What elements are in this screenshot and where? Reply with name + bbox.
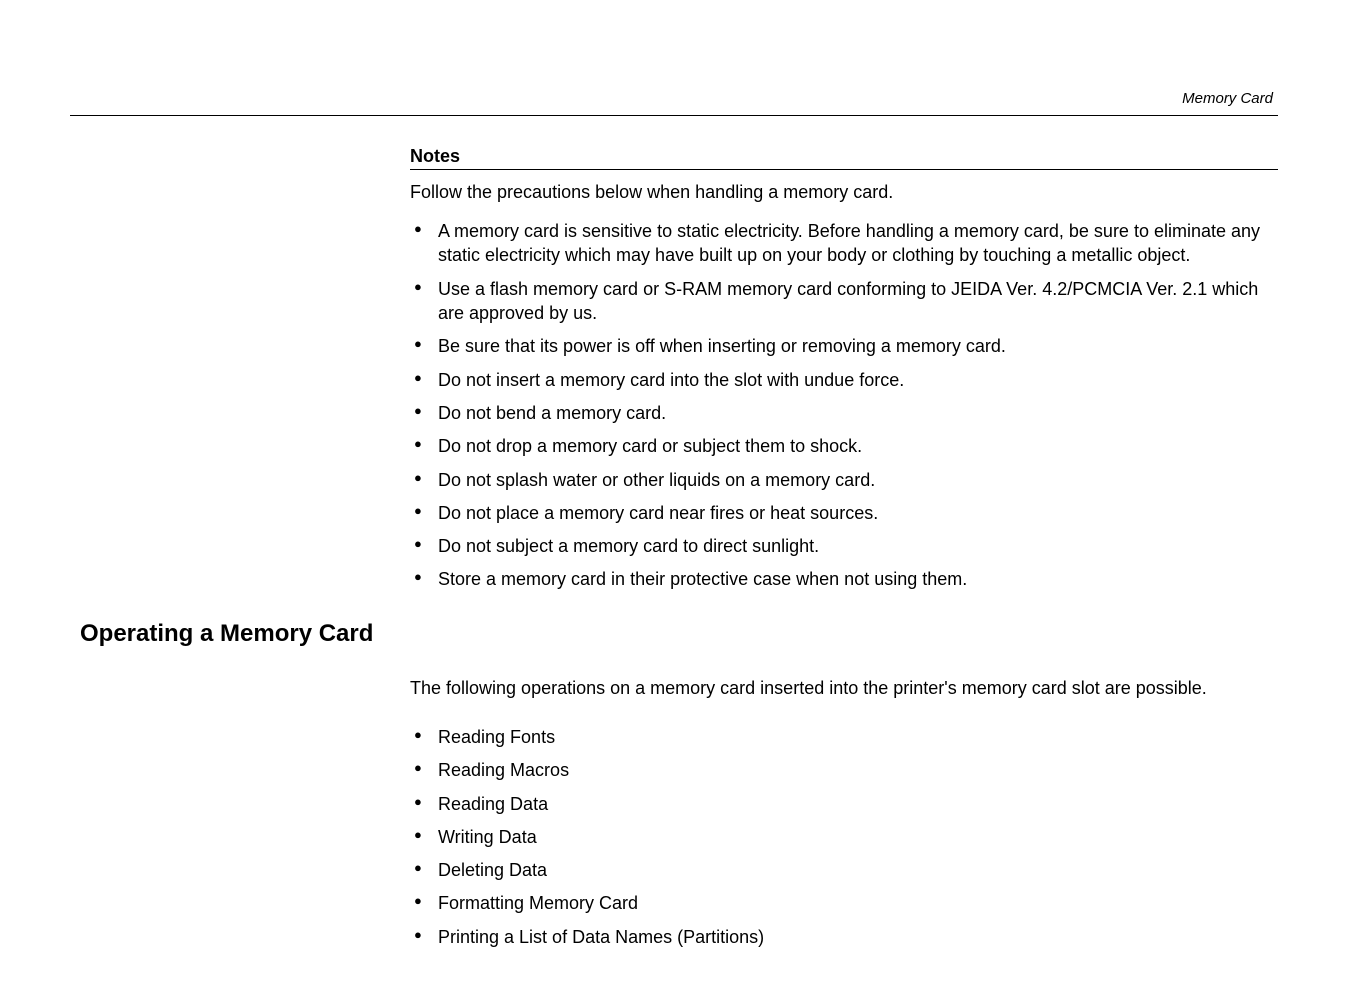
page-container: Memory Card Notes Follow the precautions…: [0, 0, 1348, 988]
notes-heading: Notes: [410, 146, 1278, 170]
list-item: Store a memory card in their protective …: [410, 567, 1278, 591]
list-item: Reading Data: [410, 792, 1278, 816]
list-item: Use a flash memory card or S-RAM memory …: [410, 277, 1278, 326]
list-item: Writing Data: [410, 825, 1278, 849]
list-item: Deleting Data: [410, 858, 1278, 882]
notes-intro: Follow the precautions below when handli…: [410, 180, 1278, 205]
list-item: A memory card is sensitive to static ele…: [410, 219, 1278, 268]
section-heading: Operating a Memory Card: [80, 620, 1278, 648]
list-item: Do not insert a memory card into the slo…: [410, 368, 1278, 392]
list-item: Do not drop a memory card or subject the…: [410, 434, 1278, 458]
list-item: Printing a List of Data Names (Partition…: [410, 925, 1278, 949]
section-block: The following operations on a memory car…: [410, 676, 1278, 949]
list-item: Do not place a memory card near fires or…: [410, 501, 1278, 525]
list-item: Do not bend a memory card.: [410, 401, 1278, 425]
section-intro: The following operations on a memory car…: [410, 676, 1278, 701]
list-item: Be sure that its power is off when inser…: [410, 334, 1278, 358]
list-item: Reading Fonts: [410, 725, 1278, 749]
header-divider: [70, 115, 1278, 116]
list-item: Reading Macros: [410, 758, 1278, 782]
notes-list: A memory card is sensitive to static ele…: [410, 219, 1278, 592]
notes-block: Notes Follow the precautions below when …: [410, 146, 1278, 592]
running-header: Memory Card: [70, 90, 1278, 107]
list-item: Do not subject a memory card to direct s…: [410, 534, 1278, 558]
list-item: Formatting Memory Card: [410, 891, 1278, 915]
operations-list: Reading Fonts Reading Macros Reading Dat…: [410, 725, 1278, 949]
list-item: Do not splash water or other liquids on …: [410, 468, 1278, 492]
